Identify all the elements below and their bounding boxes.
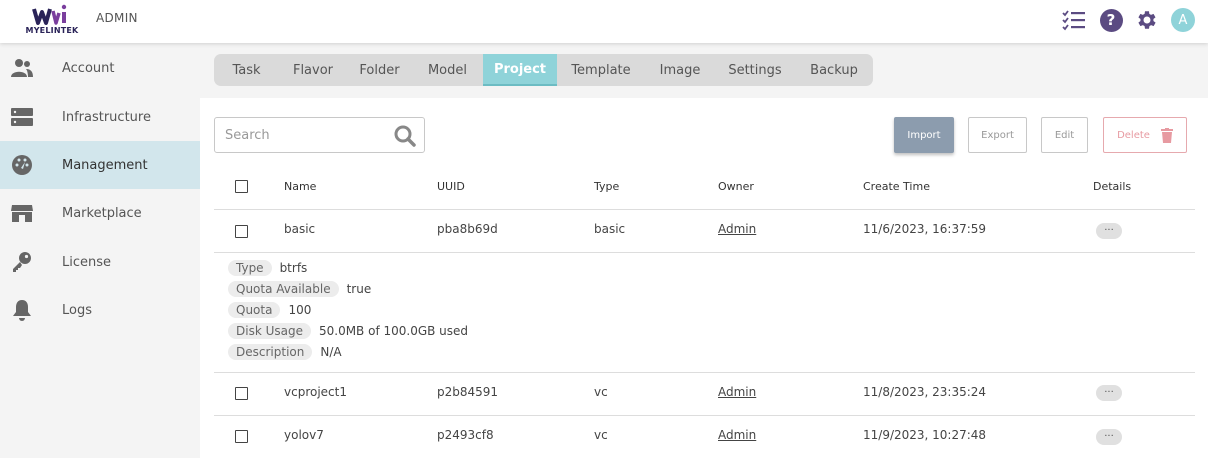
column-header-create-time[interactable]: Create Time xyxy=(863,180,930,193)
row-checkbox[interactable] xyxy=(235,225,248,238)
cell-name: yolov7 xyxy=(284,428,324,442)
details-toggle-button[interactable]: ··· xyxy=(1096,429,1122,445)
cell-type: vc xyxy=(594,385,608,399)
sidebar-item-label: Marketplace xyxy=(62,205,142,221)
cell-owner-link[interactable]: Admin xyxy=(718,222,756,236)
detail-quota: Quota 100 xyxy=(228,301,311,319)
cell-create-time: 11/6/2023, 16:37:59 xyxy=(863,222,987,236)
sidebar-item-label: License xyxy=(62,254,112,270)
cell-name: basic xyxy=(284,222,316,236)
admin-title: ADMIN xyxy=(96,11,138,25)
table-row[interactable]: vcproject1 p2b84591 vc Admin 11/8/2023, … xyxy=(214,373,1195,416)
sidebar-item-marketplace[interactable]: Marketplace xyxy=(0,189,200,237)
detail-value: true xyxy=(346,282,372,296)
cell-uuid: pba8b69d xyxy=(437,222,498,236)
tab-settings[interactable]: Settings xyxy=(715,54,795,86)
tab-flavor[interactable]: Flavor xyxy=(279,54,347,86)
detail-label: Description xyxy=(228,344,313,360)
sidebar-item-account[interactable]: Account xyxy=(0,44,200,92)
tab-image[interactable]: Image xyxy=(645,54,715,86)
tab-project[interactable]: Project xyxy=(483,54,557,86)
detail-value: btrfs xyxy=(279,261,308,275)
help-icon[interactable]: ? xyxy=(1099,8,1123,32)
details-toggle-button[interactable]: ··· xyxy=(1096,223,1122,239)
sidebar-item-label: Management xyxy=(62,157,148,173)
myelintek-logo[interactable]: MYELINTEK xyxy=(20,3,84,37)
tab-folder[interactable]: Folder xyxy=(347,54,412,86)
dashboard-icon xyxy=(10,153,34,177)
cell-type: basic xyxy=(594,222,626,236)
sidebar-item-label: Infrastructure xyxy=(62,109,151,125)
edit-button[interactable]: Edit xyxy=(1041,117,1088,153)
cell-type: vc xyxy=(594,428,608,442)
delete-label: Delete xyxy=(1117,129,1150,141)
cell-name: vcproject1 xyxy=(284,385,347,399)
detail-value: N/A xyxy=(320,345,342,359)
search-input[interactable] xyxy=(225,126,385,144)
top-bar: MYELINTEK ADMIN ? A xyxy=(0,0,1208,43)
detail-disk-usage: Disk Usage 50.0MB of 100.0GB used xyxy=(228,322,468,340)
delete-button[interactable]: Delete xyxy=(1103,117,1187,153)
detail-quota-available: Quota Available true xyxy=(228,280,371,298)
table-header: Name UUID Type Owner Create Time Details xyxy=(214,166,1195,210)
sidebar-item-logs[interactable]: Logs xyxy=(0,286,200,334)
column-header-uuid[interactable]: UUID xyxy=(437,180,465,193)
sidebar-item-infrastructure[interactable]: Infrastructure xyxy=(0,93,200,141)
detail-label: Disk Usage xyxy=(228,323,311,339)
tab-template[interactable]: Template xyxy=(557,54,645,86)
import-button[interactable]: Import xyxy=(894,117,954,153)
account-icon xyxy=(10,56,34,80)
row-checkbox[interactable] xyxy=(235,387,248,400)
detail-value: 50.0MB of 100.0GB used xyxy=(318,324,469,338)
tab-model[interactable]: Model xyxy=(412,54,483,86)
tasks-icon[interactable] xyxy=(1062,8,1086,32)
tab-task[interactable]: Task xyxy=(214,54,279,86)
detail-type: Type btrfs xyxy=(228,259,307,277)
table-row[interactable]: yolov7 p2493cf8 vc Admin 11/9/2023, 10:2… xyxy=(214,416,1195,458)
column-header-type[interactable]: Type xyxy=(594,180,619,193)
sidebar-item-label: Account xyxy=(62,60,115,76)
export-button[interactable]: Export xyxy=(968,117,1027,153)
column-header-details: Details xyxy=(1093,180,1132,193)
detail-label: Quota xyxy=(228,302,281,318)
sidebar-item-license[interactable]: License xyxy=(0,238,200,286)
tabs-area: Task Flavor Folder Model Project Templat… xyxy=(200,43,1208,98)
cell-create-time: 11/8/2023, 23:35:24 xyxy=(863,385,987,399)
column-header-owner[interactable]: Owner xyxy=(718,180,754,193)
table-row[interactable]: basic pba8b69d basic Admin 11/6/2023, 16… xyxy=(214,210,1195,253)
tab-backup[interactable]: Backup xyxy=(795,54,873,86)
cell-uuid: p2493cf8 xyxy=(437,428,494,442)
search-box xyxy=(214,117,425,153)
cell-owner-link[interactable]: Admin xyxy=(718,428,756,442)
sidebar-item-management[interactable]: Management xyxy=(0,141,200,189)
cell-owner-link[interactable]: Admin xyxy=(718,385,756,399)
key-icon xyxy=(10,250,34,274)
cell-uuid: p2b84591 xyxy=(437,385,499,399)
store-icon xyxy=(10,201,34,225)
avatar[interactable]: A xyxy=(1171,8,1195,32)
detail-label: Quota Available xyxy=(228,281,339,297)
row-checkbox[interactable] xyxy=(235,430,248,443)
detail-value: 100 xyxy=(288,303,312,317)
sidebar: Account Infrastructure Management Market… xyxy=(0,43,200,458)
settings-icon[interactable] xyxy=(1135,8,1159,32)
server-icon xyxy=(10,105,34,129)
select-all-checkbox[interactable] xyxy=(235,180,248,193)
bell-icon xyxy=(10,298,34,322)
logo-text: MYELINTEK xyxy=(25,26,79,35)
trash-icon xyxy=(1160,127,1173,143)
sidebar-item-label: Logs xyxy=(62,302,92,318)
row-details-panel: Type btrfs Quota Available true Quota 10… xyxy=(214,253,1195,373)
search-icon[interactable] xyxy=(393,124,417,148)
details-toggle-button[interactable]: ··· xyxy=(1096,385,1122,401)
tab-bar: Task Flavor Folder Model Project Templat… xyxy=(214,54,873,86)
cell-create-time: 11/9/2023, 10:27:48 xyxy=(863,428,987,442)
detail-description: Description N/A xyxy=(228,343,342,361)
detail-label: Type xyxy=(228,260,272,276)
column-header-name[interactable]: Name xyxy=(284,180,316,193)
